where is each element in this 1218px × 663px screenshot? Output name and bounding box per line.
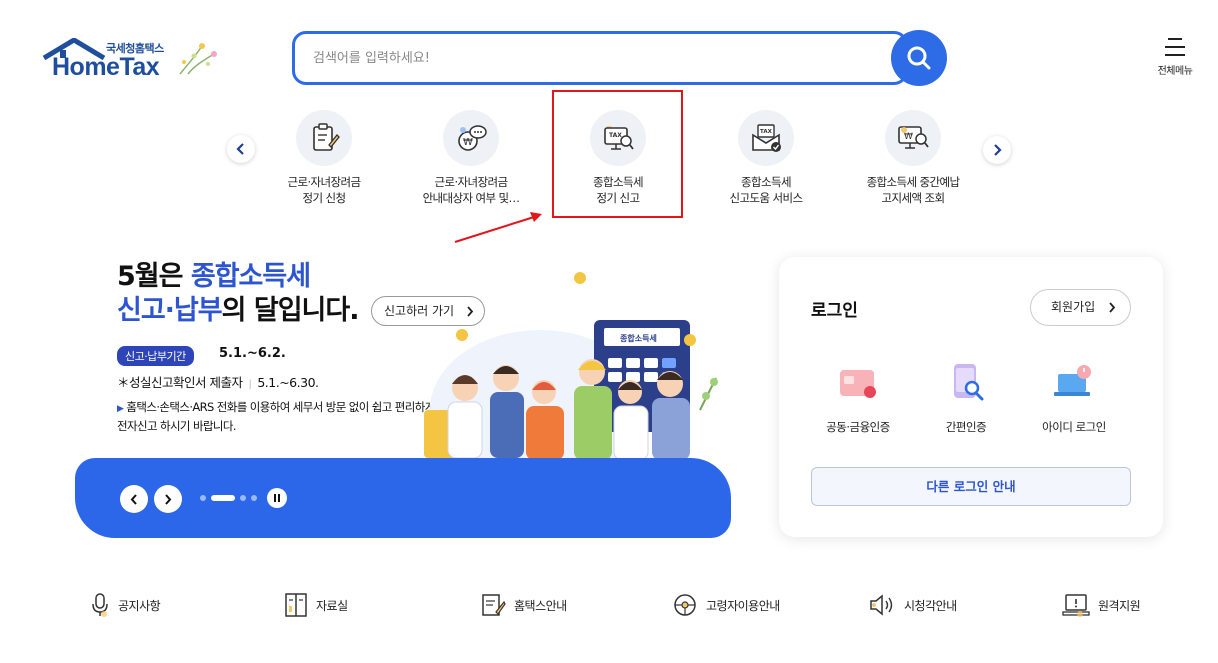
login-option-label: 간편인증 [945,420,987,434]
full-menu-button[interactable]: 전체메뉴 [1150,38,1200,82]
login-title: 로그인 [811,301,858,321]
hometax-logo[interactable]: 국세청홈택스 HomeTax [42,36,232,86]
join-label: 회원가입 [1051,300,1096,314]
other-login-guide-button[interactable]: 다른 로그인 안내 [811,467,1131,506]
full-menu-label: 전체메뉴 [1157,66,1193,77]
quick-menu-label-line1: 종합소득세 중간예납 [866,175,960,189]
tax-mail-check-icon: TAX [738,110,794,166]
banner-pagination [200,495,257,501]
login-option-id[interactable]: 아이디 로그인 [1019,357,1129,435]
banner-next-button[interactable] [154,485,182,513]
banner-controls-bar [75,458,731,538]
quick-menu-item-filing-help[interactable]: TAX 종합소득세신고도움 서비스 [696,110,836,206]
annotation-highlight-box [552,90,683,218]
banner-title: 5월은 종합소득세 신고·납부의 달입니다. [117,260,360,328]
form-pen-icon [296,110,352,166]
quick-menu-item-eligibility[interactable]: ₩ 근로·자녀장려금안내대상자 여부 및… [401,110,541,206]
car-wheel-icon [674,594,696,616]
hometax-page: 국세청홈택스 HomeTax 전체메뉴 [0,0,1218,663]
login-option-label: 공동·금융인증 [826,420,890,434]
bookshelf-icon [285,593,307,617]
promo-banner: 5월은 종합소득세 신고·납부의 달입니다. 신고하러 가기 신고·납부기간 5… [75,240,731,538]
banner-prev-button[interactable] [120,485,148,513]
search-button[interactable] [891,30,947,86]
pagination-dot[interactable] [200,495,206,501]
nav-label: 공지사항 [118,598,161,613]
nav-remote-support[interactable]: 원격지원 [1062,590,1141,620]
search-bar [292,31,908,85]
quick-menu-label-line2: 신고도움 서비스 [729,191,804,205]
nav-notices[interactable]: 공지사항 [90,590,161,620]
quick-menu-prev-button[interactable] [227,135,255,163]
banner-title-highlight2: 신고·납부 [117,295,223,326]
chevron-right-icon [1109,302,1116,313]
banner-title-highlight: 종합소득세 [190,261,311,292]
search-icon [907,46,931,70]
banner-title-month: 5월은 [117,261,191,292]
certificate-card-icon [803,357,913,407]
chat-money-icon: ₩ [443,110,499,166]
login-card: 로그인 회원가입 공동·금융인증 간편인증 아이디 로그인 다른 로그인 안내 [779,257,1163,537]
banner-notice: ▶ 홈택스·손택스·ARS 전화를 이용하여 세무서 방문 없이 쉽고 편리하게… [117,399,437,435]
tax-workers-illustration: 종합소득세 [424,272,718,490]
logo-text: HomeTax [52,53,160,81]
certified-filer-date: 5.1.~6.30. [257,375,319,390]
chevron-left-icon [236,143,244,155]
chevron-right-icon [165,493,172,505]
nav-label: 원격지원 [1098,598,1141,613]
nav-label: 홈택스안내 [514,598,567,613]
flower-decoration-icon [179,43,217,75]
quick-menu-label-line2: 고지세액 조회 [881,191,946,205]
speaker-icon [870,594,893,616]
quick-menu-label-line1: 근로·자녀장려금 [287,175,362,189]
login-option-certificate[interactable]: 공동·금융인증 [803,357,913,435]
banner-notice-text: 홈택스·손택스·ARS 전화를 이용하여 세무서 방문 없이 쉽고 편리하게 전… [117,400,435,433]
phone-search-icon [911,357,1021,407]
login-option-label: 아이디 로그인 [1042,420,1106,434]
calculator-label: 종합소득세 [620,333,657,343]
monitor-search-icon: ₩ [885,110,941,166]
period-badge: 신고·납부기간 [117,346,194,366]
nav-library[interactable]: 자료실 [284,590,348,620]
nav-label: 고령자이용안내 [706,598,780,613]
svg-text:TAX: TAX [760,129,773,135]
svg-text:₩: ₩ [463,137,473,148]
quick-menu-label-line2: 정기 신청 [302,191,347,205]
quick-menu-item-interim-prepayment[interactable]: ₩ 종합소득세 중간예납고지세액 조회 [843,110,983,206]
login-option-simple[interactable]: 간편인증 [911,357,1021,435]
search-input[interactable] [313,46,873,70]
chevron-left-icon [130,493,137,505]
quick-menu-label-line2: 안내대상자 여부 및… [422,191,520,205]
hamburger-icon [1165,38,1185,56]
certified-filer-period: ＊성실신고확인서 제출자 | 5.1.~6.30. [117,375,319,390]
svg-text:₩: ₩ [904,132,913,142]
join-button[interactable]: 회원가입 [1030,289,1131,326]
nav-senior-guide[interactable]: 고령자이용안내 [672,590,780,620]
remote-monitor-icon [1062,594,1090,617]
laptop-power-icon [1019,357,1129,407]
pagination-dot-active[interactable] [211,495,235,501]
nav-label: 시청각안내 [904,598,957,613]
quick-menu-label-line1: 근로·자녀장려금 [434,175,509,189]
certified-filer-label: ＊성실신고확인서 제출자 [117,375,243,390]
pause-icon [274,494,280,502]
chevron-right-icon [994,144,1002,156]
quick-menu-item-earned-income-credit[interactable]: 근로·자녀장려금정기 신청 [254,110,394,206]
nav-label: 자료실 [316,598,348,613]
microphone-icon [92,593,108,617]
filing-period: 5.1.~6.2. [219,346,286,361]
triangle-bullet-icon: ▶ [117,404,124,414]
banner-pause-button[interactable] [267,488,287,508]
pagination-dot[interactable] [251,495,257,501]
document-pen-icon [482,594,506,616]
quick-menu-next-button[interactable] [983,136,1011,164]
pagination-dot[interactable] [240,495,246,501]
nav-audiovisual-guide[interactable]: 시청각안내 [868,590,957,620]
nav-hometax-guide[interactable]: 홈택스안내 [480,590,567,620]
quick-menu-label-line1: 종합소득세 [741,175,792,189]
banner-title-rest: 의 달입니다. [221,295,360,326]
